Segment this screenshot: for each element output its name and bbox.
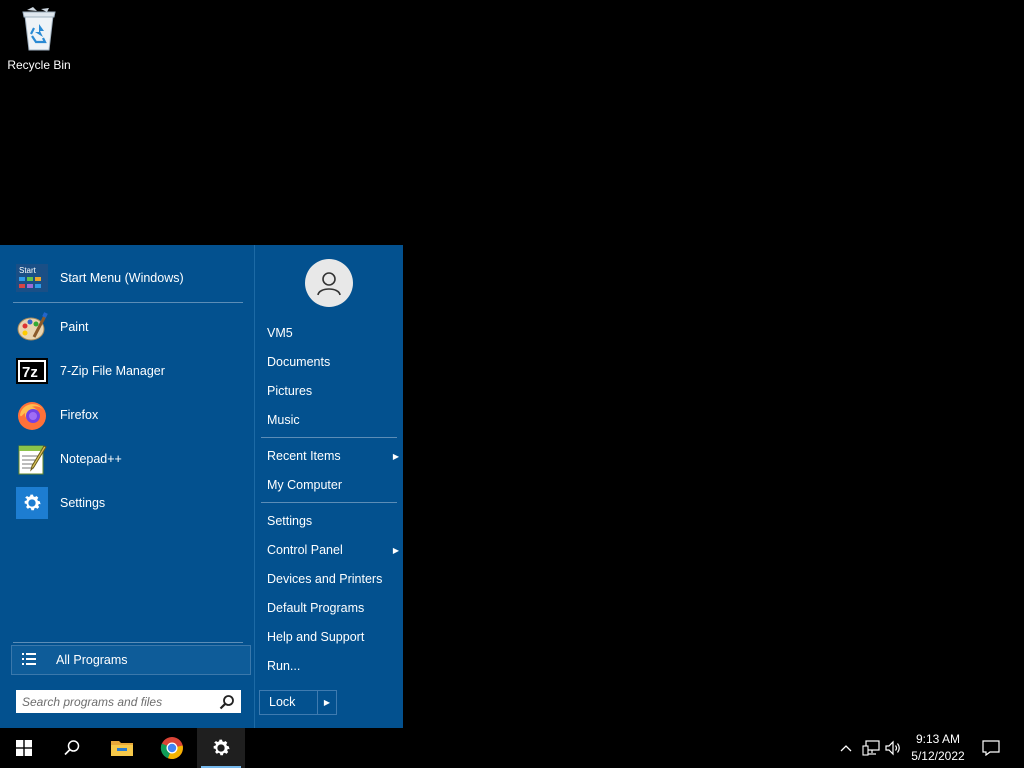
action-center-button[interactable] [981, 738, 1001, 758]
menu-item-label: Pictures [267, 384, 313, 398]
pinned-item-start-menu[interactable]: Start Start Menu (Windows) [16, 261, 184, 295]
start-menu: Start Start Menu (Windows) Paint 7z 7-Zi… [0, 245, 403, 728]
pinned-item-label: Settings [60, 496, 106, 510]
pinned-item-label: Notepad++ [60, 452, 122, 466]
pinned-item-settings[interactable]: Settings [16, 486, 105, 520]
desktop-icon-recycle-bin[interactable]: Recycle Bin [4, 6, 74, 72]
pinned-item-notepad-plus-plus[interactable]: Notepad++ [16, 442, 122, 476]
search-icon[interactable] [219, 694, 235, 710]
search-box[interactable] [16, 690, 241, 713]
tray-volume-button[interactable] [884, 738, 904, 758]
menu-item-music[interactable]: Music [267, 410, 397, 430]
menu-item-label: Settings [267, 514, 313, 528]
pinned-item-label: 7-Zip File Manager [60, 364, 165, 378]
recycle-bin-icon [19, 6, 59, 52]
menu-item-documents[interactable]: Documents [267, 352, 397, 372]
lock-options-arrow-icon[interactable]: ▶ [318, 698, 336, 707]
taskbar-clock[interactable]: 9:13 AM 5/12/2022 [905, 731, 971, 765]
menu-item-my-computer[interactable]: My Computer [267, 475, 397, 495]
pinned-item-label: Firefox [60, 408, 99, 422]
taskbar-chrome[interactable] [148, 728, 196, 768]
pinned-item-label: Paint [60, 320, 89, 334]
notification-icon [982, 740, 1000, 756]
firefox-icon [16, 399, 48, 431]
chevron-up-icon [840, 745, 852, 752]
svg-text:7z: 7z [22, 364, 38, 381]
menu-item-label: Recent Items [267, 449, 341, 463]
taskbar-search-button[interactable] [48, 728, 96, 768]
menu-item-label: VM5 [267, 326, 293, 340]
menu-item-run[interactable]: Run... [267, 656, 397, 676]
menu-item-settings[interactable]: Settings [267, 511, 397, 531]
taskbar-file-explorer[interactable] [98, 728, 146, 768]
menu-item-help-and-support[interactable]: Help and Support [267, 627, 397, 647]
menu-item-default-programs[interactable]: Default Programs [267, 598, 397, 618]
menu-item-label: Run... [267, 659, 301, 673]
tray-show-hidden-button[interactable] [836, 738, 856, 758]
lock-button[interactable]: Lock [260, 691, 318, 714]
7zip-icon: 7z [16, 355, 48, 387]
svg-text:Start: Start [19, 266, 37, 275]
pinned-item-7zip[interactable]: 7z 7-Zip File Manager [16, 354, 165, 388]
user-icon [317, 272, 341, 296]
all-programs-label: All Programs [56, 653, 128, 667]
windows-start-icon [16, 740, 32, 756]
menu-item-label: Documents [267, 355, 331, 369]
paint-icon [16, 311, 48, 343]
submenu-arrow-icon: ▶ [392, 451, 399, 461]
clock-date: 5/12/2022 [911, 749, 965, 763]
user-avatar[interactable] [305, 259, 353, 307]
menu-item-control-panel[interactable]: Control Panel ▶ [267, 540, 399, 560]
settings-gear-icon [213, 739, 230, 756]
menu-item-recent-items[interactable]: Recent Items ▶ [267, 446, 399, 466]
divider [261, 502, 397, 503]
start-menu-left-column: Start Start Menu (Windows) Paint 7z 7-Zi… [0, 245, 254, 728]
list-icon [22, 652, 38, 668]
search-input[interactable] [16, 693, 214, 710]
taskbar-settings[interactable] [197, 728, 245, 768]
start-button[interactable] [0, 728, 48, 768]
menu-item-label: Default Programs [267, 601, 365, 615]
search-icon [64, 740, 80, 756]
clock-time: 9:13 AM [915, 732, 961, 746]
network-icon [862, 740, 880, 756]
gear-icon [16, 487, 48, 519]
divider [13, 642, 243, 643]
divider [261, 437, 397, 438]
all-programs-button[interactable]: All Programs [11, 645, 251, 675]
volume-icon [885, 740, 900, 756]
notepad-plus-plus-icon [16, 443, 48, 475]
menu-item-vm5[interactable]: VM5 [267, 323, 397, 343]
lock-button-group: Lock ▶ [259, 690, 337, 715]
menu-item-label: Help and Support [267, 630, 365, 644]
tray-network-button[interactable] [861, 738, 881, 758]
start-menu-icon: Start [16, 262, 48, 294]
pinned-item-firefox[interactable]: Firefox [16, 398, 98, 432]
pinned-item-paint[interactable]: Paint [16, 310, 89, 344]
menu-item-pictures[interactable]: Pictures [267, 381, 397, 401]
file-explorer-icon [111, 741, 133, 756]
submenu-arrow-icon: ▶ [392, 545, 399, 555]
menu-item-label: Devices and Printers [267, 572, 383, 586]
menu-item-label: Music [267, 413, 300, 427]
chrome-icon [160, 737, 183, 760]
menu-item-devices-and-printers[interactable]: Devices and Printers [267, 569, 397, 589]
menu-item-label: Control Panel [267, 543, 343, 557]
menu-item-label: My Computer [267, 478, 343, 492]
pinned-item-label: Start Menu (Windows) [60, 271, 184, 285]
start-menu-right-column: VM5 Documents Pictures Music Recent Item… [254, 245, 404, 728]
taskbar: 9:13 AM 5/12/2022 [0, 728, 1024, 768]
divider [13, 302, 243, 303]
desktop-icon-label: Recycle Bin [7, 58, 71, 72]
